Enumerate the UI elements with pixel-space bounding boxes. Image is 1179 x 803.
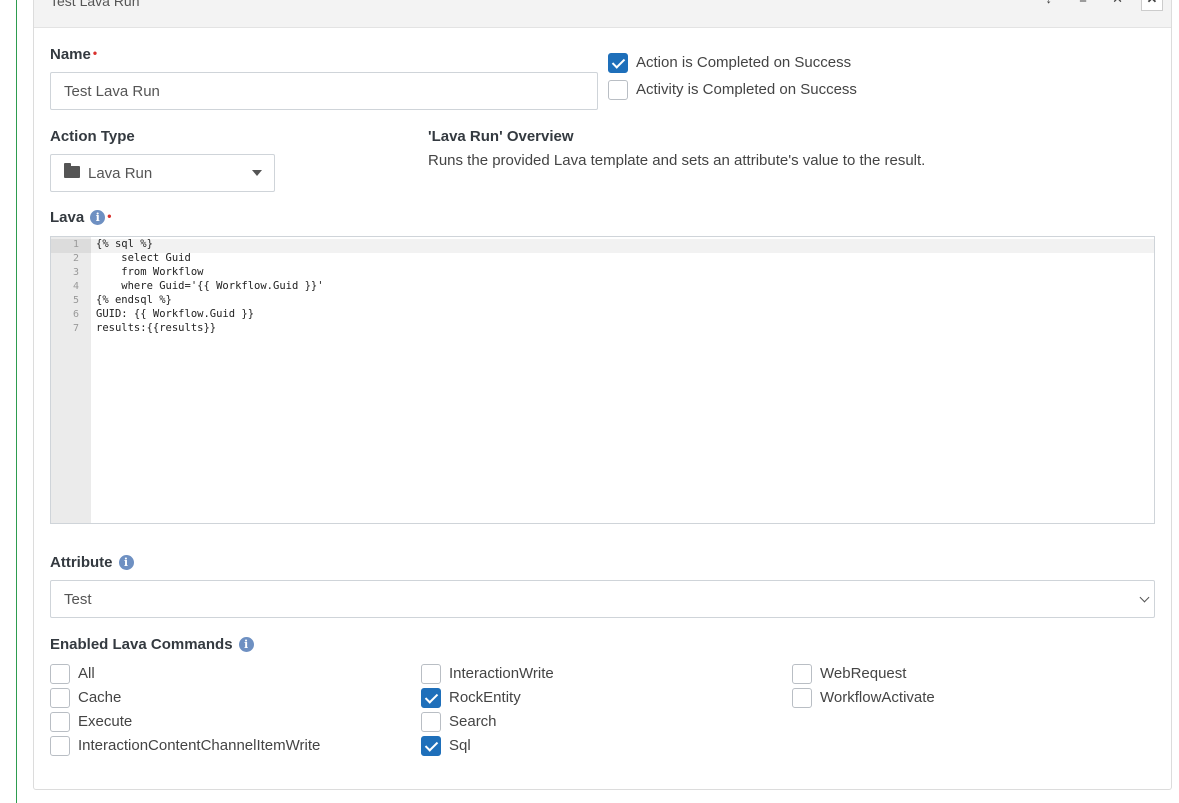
code-line: where Guid='{{ Workflow.Guid }}' — [96, 280, 324, 292]
attribute-label-text: Attribute — [50, 554, 113, 571]
close-button[interactable]: ✕ — [1141, 0, 1163, 11]
command-label: Execute — [78, 713, 133, 730]
command-checkbox-sql[interactable] — [421, 736, 441, 756]
command-label: RockEntity — [449, 689, 521, 706]
line-number: 2 — [72, 253, 79, 264]
attribute-select[interactable]: Test — [50, 580, 1155, 618]
folder-icon — [64, 163, 80, 178]
command-checkbox-rock-entity[interactable] — [421, 688, 441, 708]
required-indicator: • — [107, 209, 112, 223]
command-checkbox-interaction-content-channel-item-write[interactable] — [50, 736, 70, 756]
command-label: WorkflowActivate — [820, 689, 935, 706]
left-accent-rail — [16, 0, 17, 803]
line-number: 1 — [72, 239, 79, 250]
caret-down-icon — [252, 170, 262, 176]
code-line: {% endsql %} — [96, 294, 172, 306]
command-checkbox-web-request[interactable] — [792, 664, 812, 684]
name-label-text: Name — [50, 46, 91, 63]
activity-completed-checkbox[interactable] — [608, 80, 628, 100]
name-label: Name • — [50, 46, 97, 63]
line-number: 5 — [72, 295, 79, 306]
code-line: results:{{results}} — [96, 322, 217, 334]
command-label: InteractionWrite — [449, 665, 554, 682]
command-label: InteractionContentChannelItemWrite — [78, 737, 321, 754]
line-number: 6 — [72, 309, 79, 320]
lava-label: Lava i • — [50, 209, 111, 226]
activity-completed-label: Activity is Completed on Success — [636, 81, 857, 98]
command-checkbox-search[interactable] — [421, 712, 441, 732]
action-completed-checkbox[interactable] — [608, 53, 628, 73]
enabled-commands-label: Enabled Lava Commands i — [50, 636, 254, 653]
line-number: 7 — [72, 323, 79, 334]
line-number-gutter — [51, 237, 91, 523]
action-type-label: Action Type — [50, 128, 135, 145]
info-icon[interactable]: i — [238, 637, 254, 652]
command-label: Cache — [78, 689, 122, 706]
name-input-value: Test Lava Run — [64, 82, 160, 100]
delete-icon[interactable]: ✕ — [1107, 0, 1129, 11]
action-type-select[interactable]: Lava Run — [50, 154, 275, 192]
command-checkbox-execute[interactable] — [50, 712, 70, 732]
command-label: WebRequest — [820, 665, 907, 682]
code-line: {% sql %} — [96, 238, 153, 250]
panel-header[interactable]: Test Lava Run ↕ ≡ ✕ ✕ — [34, 0, 1171, 28]
reorder-icon[interactable]: ↕ — [1038, 0, 1060, 11]
overview-title: 'Lava Run' Overview — [428, 128, 574, 145]
command-label: Search — [449, 713, 497, 730]
attribute-value: Test — [64, 590, 92, 608]
info-icon[interactable]: i — [90, 210, 106, 225]
lava-label-text: Lava — [50, 209, 85, 226]
name-input[interactable]: Test Lava Run — [50, 72, 598, 110]
required-indicator: • — [92, 46, 98, 60]
lava-code-editor[interactable]: 1 2 3 4 5 6 7 {% sql %} select Guid from… — [50, 236, 1155, 524]
action-type-value: Lava Run — [88, 164, 153, 182]
command-checkbox-interaction-write[interactable] — [421, 664, 441, 684]
command-checkbox-workflow-activate[interactable] — [792, 688, 812, 708]
command-checkbox-cache[interactable] — [50, 688, 70, 708]
line-number: 3 — [72, 267, 79, 278]
code-line: from Workflow — [96, 266, 204, 278]
code-line: GUID: {{ Workflow.Guid }} — [96, 308, 255, 320]
info-icon[interactable]: i — [118, 555, 134, 570]
enabled-commands-label-text: Enabled Lava Commands — [50, 636, 233, 653]
line-number: 4 — [72, 281, 79, 292]
command-checkbox-all[interactable] — [50, 664, 70, 684]
collapse-icon[interactable]: ≡ — [1072, 0, 1094, 11]
attribute-label: Attribute i — [50, 554, 134, 571]
overview-description: Runs the provided Lava template and sets… — [428, 152, 926, 169]
code-line: select Guid — [96, 252, 191, 264]
panel-tools: ↕ ≡ ✕ ✕ — [1030, 0, 1163, 11]
panel-title: Test Lava Run — [50, 0, 140, 9]
action-completed-label: Action is Completed on Success — [636, 54, 852, 71]
command-label: All — [78, 665, 95, 682]
command-label: Sql — [449, 737, 471, 754]
active-line-highlight — [51, 239, 1154, 253]
